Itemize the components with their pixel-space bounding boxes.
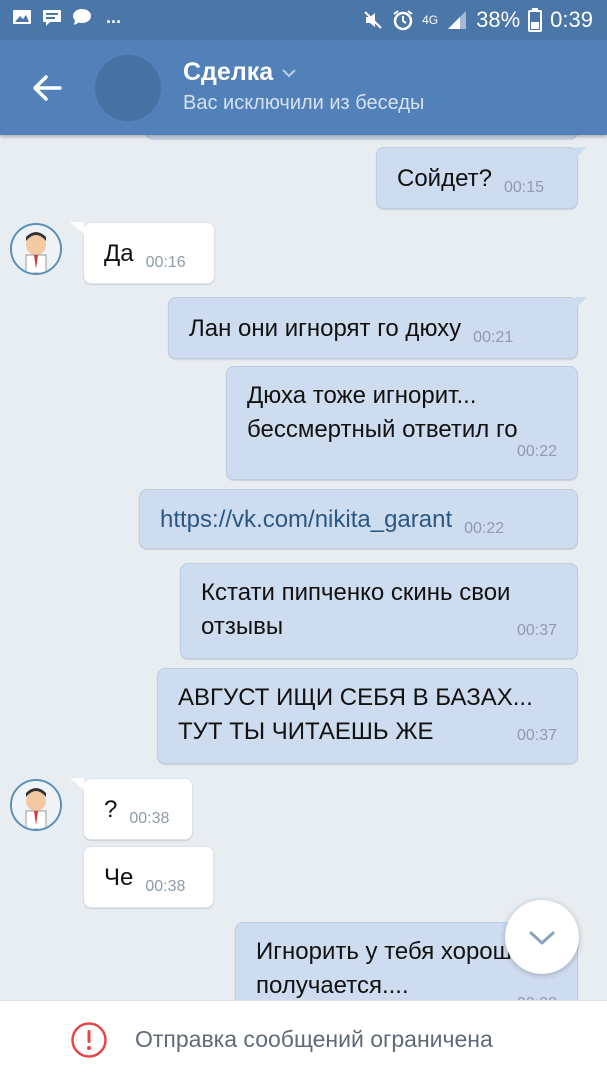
message-time: 00:15 xyxy=(503,179,545,196)
message-text: Кстати пипченко скинь свои отзывы xyxy=(201,579,511,640)
status-bar: ... 4G 38% 0:39 xyxy=(0,0,607,40)
scroll-down-button[interactable] xyxy=(505,900,579,974)
message-list[interactable]: Сойдет? 00:15 Да 00:16 Лан они игнорят го … xyxy=(0,135,607,1000)
message-text: Че xyxy=(104,864,134,891)
message-time: 00:38 xyxy=(517,987,557,1000)
battery-icon xyxy=(528,8,543,32)
more-notifications-icon: ... xyxy=(106,7,122,27)
message-text: Лан они игнорят го дюху xyxy=(189,315,462,342)
chat-icon xyxy=(73,9,91,25)
sender-avatar[interactable] xyxy=(10,223,62,275)
message-time: 00:38 xyxy=(129,810,170,827)
chat-header: Сделка Вас исключили из беседы xyxy=(0,40,607,135)
message-time: 00:16 xyxy=(145,254,186,271)
message-text: Дюха тоже игнорит... бессмертный ответил… xyxy=(247,382,518,443)
chat-title: Сделка xyxy=(183,58,274,86)
message-bubble-incoming[interactable]: Че 00:38 xyxy=(83,846,214,908)
message-bubble-outgoing[interactable]: АВГУСТ ИЩИ СЕБЯ В БАЗАХ... ТУТ ТЫ ЧИТАЕШ… xyxy=(157,668,578,764)
message-bubble-outgoing[interactable]: Лан они игнорят го дюху 00:21 xyxy=(168,297,587,359)
sender-avatar[interactable] xyxy=(10,779,62,831)
message-time: 00:21 xyxy=(473,329,514,346)
mute-icon xyxy=(364,11,382,29)
message-bubble-incoming[interactable]: ? 00:38 xyxy=(70,778,193,840)
warning-icon xyxy=(71,1022,107,1058)
message-text: Да xyxy=(104,240,134,267)
alarm-icon xyxy=(393,10,413,31)
input-restricted-bar: Отправка сообщений ограничена xyxy=(0,1000,607,1081)
message-icon xyxy=(43,10,61,26)
message-time: 00:22 xyxy=(464,520,505,537)
message-bubble-outgoing[interactable]: Дюха тоже игнорит... бессмертный ответил… xyxy=(226,366,578,480)
message-text: АВГУСТ ИЩИ СЕБЯ В БАЗАХ... ТУТ ТЫ ЧИТАЕШ… xyxy=(178,684,533,745)
chevron-down-icon xyxy=(529,931,555,945)
message-text: Сойдет? xyxy=(397,165,492,192)
messaging-restricted-notice: Отправка сообщений ограничена xyxy=(135,1026,493,1052)
message-text: ? xyxy=(104,796,118,823)
image-icon xyxy=(13,10,31,24)
message-bubble-partial xyxy=(145,135,578,139)
battery-percent: 38% xyxy=(476,7,521,32)
message-time: 00:37 xyxy=(516,727,557,744)
message-bubble-outgoing[interactable]: Сойдет? 00:15 xyxy=(376,147,587,209)
message-bubble-outgoing[interactable]: https://vk.com/nikita_garant 00:22 xyxy=(139,489,578,549)
back-arrow-icon[interactable] xyxy=(28,70,68,106)
message-time: 00:37 xyxy=(516,622,557,639)
chat-title-button[interactable]: Сделка xyxy=(183,58,297,87)
message-time: 00:22 xyxy=(516,443,557,460)
message-link[interactable]: https://vk.com/nikita_garant xyxy=(160,506,452,533)
clock: 0:39 xyxy=(550,7,593,32)
chat-subtitle: Вас исключили из беседы xyxy=(183,92,425,114)
message-bubble-outgoing[interactable]: Кстати пипченко скинь свои отзывы 00:37 xyxy=(180,563,578,659)
cartoon-avatar-icon xyxy=(12,225,60,273)
message-time: 00:38 xyxy=(145,878,186,895)
chat-avatar[interactable] xyxy=(95,55,161,121)
cartoon-avatar-icon xyxy=(12,781,60,829)
chevron-down-icon xyxy=(282,68,296,77)
network-type: 4G xyxy=(422,13,439,27)
message-bubble-incoming[interactable]: Да 00:16 xyxy=(70,222,215,284)
signal-icon xyxy=(448,11,467,29)
